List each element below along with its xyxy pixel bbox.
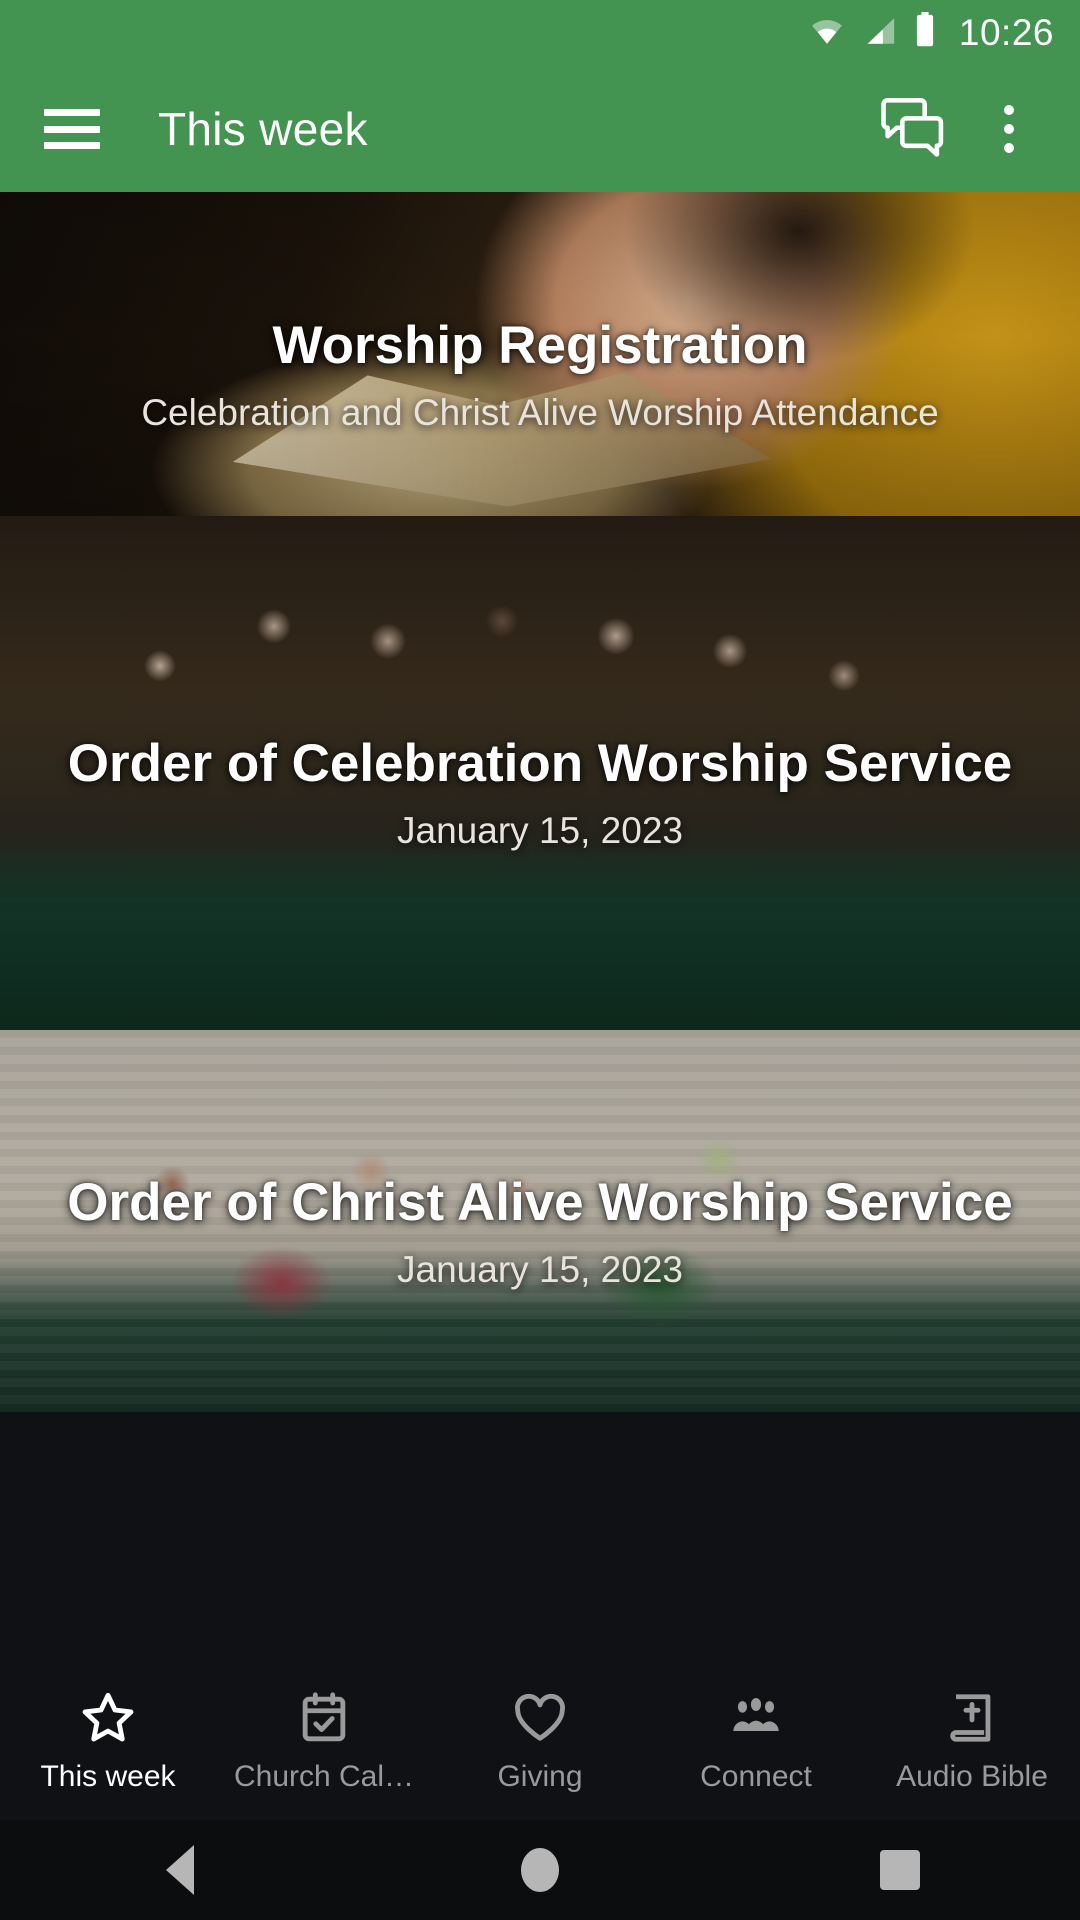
feed-list[interactable]: Worship Registration Celebration and Chr… [0, 192, 1080, 1412]
heart-icon [510, 1688, 570, 1748]
calendar-check-icon [294, 1688, 354, 1748]
phone-screen: 10:26 This week Worship Registration Cel… [0, 0, 1080, 1920]
card-title: Worship Registration [272, 315, 808, 375]
android-system-nav [0, 1820, 1080, 1920]
people-group-icon [726, 1688, 786, 1748]
nav-item-connect[interactable]: Connect [648, 1660, 864, 1820]
chat-bubbles-icon [880, 96, 946, 163]
hamburger-menu-icon[interactable] [44, 109, 100, 149]
battery-icon [913, 12, 937, 53]
feed-card[interactable]: Order of Christ Alive Worship Service Ja… [0, 1030, 1080, 1412]
status-bar: 10:26 [0, 0, 1080, 66]
app-bar-actions [870, 86, 1080, 172]
back-button[interactable] [90, 1820, 270, 1920]
status-bar-clock: 10:26 [958, 12, 1054, 53]
nav-label: Connect [700, 1762, 812, 1792]
card-subtitle: January 15, 2023 [397, 809, 683, 851]
nav-label: Giving [497, 1762, 583, 1792]
card-title: Order of Christ Alive Worship Service [67, 1172, 1013, 1232]
app-bar: This week [0, 66, 1080, 192]
nav-item-giving[interactable]: Giving [432, 1660, 648, 1820]
square-recents-icon [880, 1850, 920, 1890]
circle-home-icon [521, 1848, 559, 1892]
status-bar-icons [807, 12, 937, 53]
nav-label: Audio Bible [896, 1762, 1048, 1792]
wifi-icon [807, 14, 847, 53]
recents-button[interactable] [810, 1820, 990, 1920]
cellular-signal-icon [861, 14, 899, 53]
feed-card[interactable]: Order of Celebration Worship Service Jan… [0, 516, 1080, 1030]
nav-label: Church Cal… [233, 1762, 415, 1792]
nav-item-church-calendar[interactable]: Church Cal… [216, 1660, 432, 1820]
overflow-menu-icon [1004, 105, 1014, 153]
nav-item-audio-bible[interactable]: Audio Bible [864, 1660, 1080, 1820]
card-text: Order of Celebration Worship Service Jan… [0, 516, 1080, 1030]
page-title: This week [158, 103, 368, 155]
nav-label: This week [40, 1762, 176, 1792]
card-subtitle: Celebration and Christ Alive Worship Att… [141, 391, 939, 433]
card-title: Order of Celebration Worship Service [67, 733, 1013, 793]
triangle-back-icon [166, 1845, 194, 1895]
home-button[interactable] [450, 1820, 630, 1920]
card-text: Worship Registration Celebration and Chr… [0, 192, 1080, 516]
nav-item-this-week[interactable]: This week [0, 1660, 216, 1820]
card-text: Order of Christ Alive Worship Service Ja… [0, 1030, 1080, 1412]
star-icon [78, 1688, 138, 1748]
feed-card[interactable]: Worship Registration Celebration and Chr… [0, 192, 1080, 516]
messages-button[interactable] [870, 86, 956, 172]
bible-book-icon [942, 1688, 1002, 1748]
card-subtitle: January 15, 2023 [397, 1248, 683, 1290]
more-options-button[interactable] [966, 86, 1052, 172]
bottom-navigation-bar: This week Church Cal… Giving Connect Aud… [0, 1660, 1080, 1820]
